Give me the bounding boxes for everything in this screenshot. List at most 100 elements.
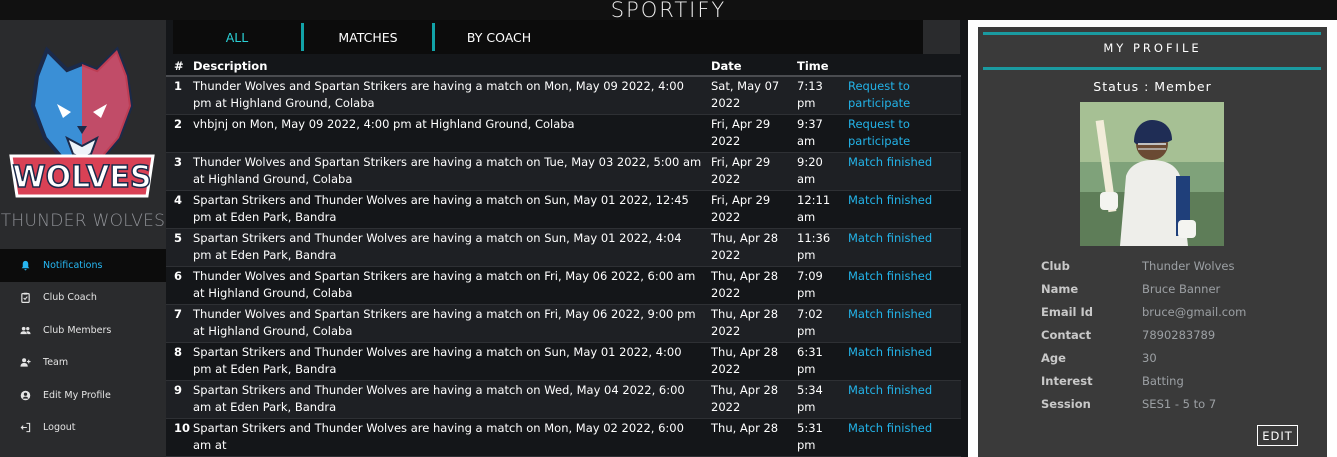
row-date: Fri, Apr 29 2022: [707, 152, 793, 191]
row-description: vhbjnj on Mon, May 09 2022, 4:00 pm at H…: [189, 114, 707, 153]
match-finished-status: Match finished: [844, 342, 961, 381]
row-number: 4: [166, 190, 189, 229]
sidebar-item-label: Club Members: [43, 324, 112, 336]
row-time: 9:20 am: [793, 152, 844, 191]
row-time: 11:36 pm: [793, 228, 844, 267]
sidebar-item-club-members[interactable]: Club Members: [0, 314, 166, 347]
row-description: Thunder Wolves and Spartan Strikers are …: [189, 152, 707, 191]
table-row: 6 Thunder Wolves and Spartan Strikers are…: [166, 266, 961, 305]
field-label: Interest: [1041, 373, 1093, 388]
clipboard-icon: [18, 291, 32, 305]
table-row: 2 vhbjnj on Mon, May 09 2022, 4:00 pm at …: [166, 114, 961, 153]
row-date: Thu, Apr 28 2022: [707, 342, 793, 381]
profile-field-email: Email Id bruce@gmail.com: [1041, 300, 1311, 323]
column-header-date: Date: [707, 56, 793, 77]
group-icon: [18, 323, 32, 337]
row-number: 1: [166, 76, 189, 115]
row-number: 3: [166, 152, 189, 191]
row-number: 7: [166, 304, 189, 343]
match-finished-status: Match finished: [844, 152, 961, 191]
row-number: 6: [166, 266, 189, 305]
field-label: Club: [1041, 258, 1070, 273]
field-value: Batting: [1142, 373, 1184, 388]
row-number: 5: [166, 228, 189, 267]
row-number: 8: [166, 342, 189, 381]
table-row: 10 Spartan Strikers and Thunder Wolves ar…: [166, 418, 961, 457]
profile-field-contact: Contact 7890283789: [1041, 323, 1311, 346]
tab-all[interactable]: ALL: [173, 20, 301, 54]
field-label: Session: [1041, 396, 1091, 411]
row-time: 6:31 pm: [793, 342, 844, 381]
tab-by-coach[interactable]: BY COACH: [435, 20, 563, 54]
field-value: bruce@gmail.com: [1142, 304, 1247, 319]
field-value: Thunder Wolves: [1142, 258, 1235, 273]
profile-panel: MY PROFILE Status : Member Club Thunder …: [968, 20, 1337, 457]
sidebar-nav: Notifications Club Coach Club Members Te…: [0, 249, 166, 444]
field-value: Bruce Banner: [1142, 281, 1221, 296]
row-date: Thu, Apr 28 2022: [707, 266, 793, 305]
row-date: Fri, Apr 29 2022: [707, 190, 793, 229]
profile-field-interest: Interest Batting: [1041, 369, 1311, 392]
profile-field-name: Name Bruce Banner: [1041, 277, 1311, 300]
row-description: Spartan Strikers and Thunder Wolves are …: [189, 418, 707, 457]
row-date: Thu, Apr 28 2022: [707, 228, 793, 267]
profile-heading: MY PROFILE: [1103, 41, 1202, 55]
row-description: Thunder Wolves and Spartan Strikers are …: [189, 266, 707, 305]
match-finished-status: Match finished: [844, 266, 961, 305]
match-finished-status: Match finished: [844, 380, 961, 419]
row-time: 5:31 pm: [793, 418, 844, 457]
field-value: 7890283789: [1142, 327, 1216, 342]
table-row: 7 Thunder Wolves and Spartan Strikers are…: [166, 304, 961, 343]
row-description: Spartan Strikers and Thunder Wolves are …: [189, 228, 707, 267]
sidebar-item-edit-my-profile[interactable]: Edit My Profile: [0, 379, 166, 412]
team-name: THUNDER WOLVES: [0, 211, 166, 231]
table-row: 8 Spartan Strikers and Thunder Wolves are…: [166, 342, 961, 381]
request-to-participate-link[interactable]: Request to participate: [844, 76, 961, 115]
sidebar-item-label: Club Coach: [43, 292, 97, 304]
sidebar-item-label: Team: [43, 357, 69, 369]
sidebar-item-team[interactable]: Team: [0, 347, 166, 380]
match-finished-status: Match finished: [844, 228, 961, 267]
member-status: Status : Member: [1093, 79, 1212, 94]
profile-field-club: Club Thunder Wolves: [1041, 254, 1311, 277]
row-description: Spartan Strikers and Thunder Wolves are …: [189, 342, 707, 381]
row-date: Thu, Apr 28 2022: [707, 304, 793, 343]
table-row: 9 Spartan Strikers and Thunder Wolves are…: [166, 380, 961, 419]
row-time: 5:34 pm: [793, 380, 844, 419]
row-time: 7:02 pm: [793, 304, 844, 343]
sidebar-item-label: Notifications: [43, 259, 103, 271]
sidebar-item-notifications[interactable]: Notifications: [0, 249, 166, 282]
sidebar-item-label: Logout: [43, 422, 76, 434]
row-description: Thunder Wolves and Spartan Strikers are …: [189, 304, 707, 343]
profile-field-session: Session SES1 - 5 to 7: [1041, 392, 1311, 415]
field-label: Email Id: [1041, 304, 1093, 319]
edit-profile-button[interactable]: EDIT: [1257, 425, 1298, 446]
table-header-row: # Description Date Time: [166, 56, 961, 77]
sidebar-item-logout[interactable]: Logout: [0, 412, 166, 445]
sidebar-item-label: Edit My Profile: [43, 389, 111, 401]
tab-matches[interactable]: MATCHES: [304, 20, 432, 54]
profile-fields: Club Thunder Wolves Name Bruce Banner Em…: [1041, 254, 1311, 415]
request-to-participate-link[interactable]: Request to participate: [844, 114, 961, 153]
tabs-spacer: [923, 20, 960, 54]
match-finished-status: Match finished: [844, 190, 961, 229]
row-description: Spartan Strikers and Thunder Wolves are …: [189, 380, 707, 419]
row-number: 10: [166, 418, 190, 457]
field-label: Contact: [1041, 327, 1092, 342]
column-header-number: #: [166, 56, 189, 77]
table-row: 1 Thunder Wolves and Spartan Strikers are…: [166, 76, 961, 115]
column-header-description: Description: [189, 56, 707, 77]
row-date: Sat, May 07 2022: [707, 76, 793, 115]
profile-top-rule: [983, 32, 1321, 35]
user-circle-icon: [18, 388, 32, 402]
logout-icon: [18, 421, 32, 435]
row-time: 9:37 am: [793, 114, 844, 153]
row-number: 2: [166, 114, 189, 153]
top-bar: SPORTIFY: [0, 0, 1337, 22]
profile-photo: [1080, 102, 1224, 246]
row-description: Thunder Wolves and Spartan Strikers are …: [189, 76, 707, 115]
profile-card: MY PROFILE Status : Member Club Thunder …: [978, 27, 1327, 457]
app-title: SPORTIFY: [610, 0, 727, 22]
sidebar-item-club-coach[interactable]: Club Coach: [0, 282, 166, 315]
row-time: 7:09 pm: [793, 266, 844, 305]
